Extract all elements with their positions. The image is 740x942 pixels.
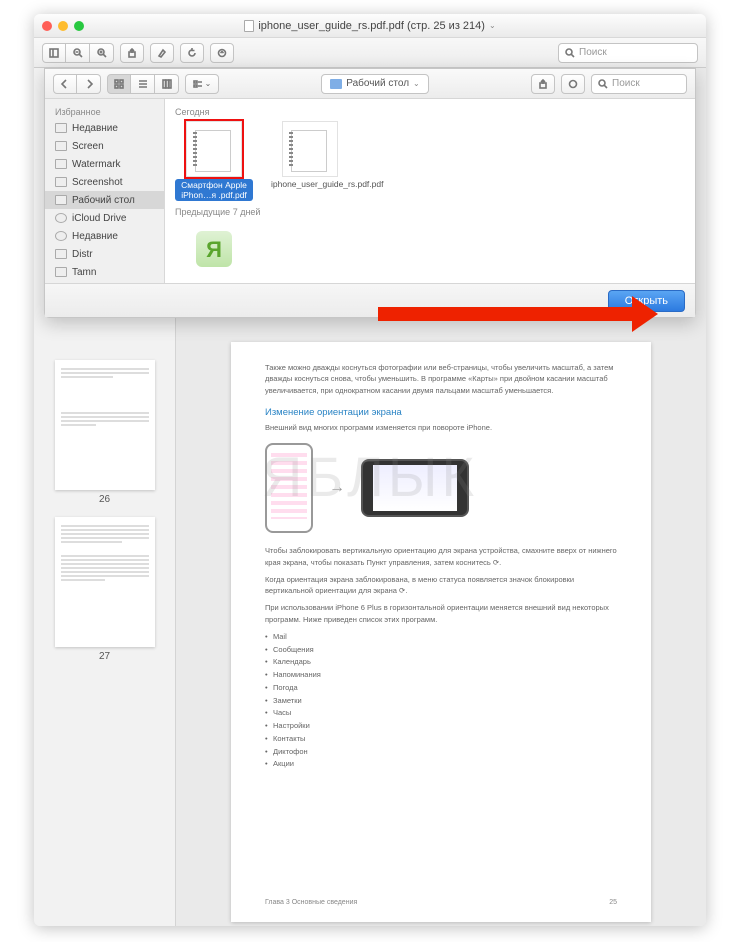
share-button[interactable]	[531, 74, 555, 94]
bullet-list: Mail Сообщения Календарь Напоминания Пог…	[265, 631, 617, 771]
dialog-search[interactable]: Поиск	[591, 74, 687, 94]
orientation-illustration: →	[265, 443, 617, 533]
main-toolbar: Поиск	[34, 38, 706, 68]
folder-icon	[55, 177, 67, 187]
dialog-search-placeholder: Поиск	[612, 78, 640, 89]
minimize-icon[interactable]	[58, 21, 68, 31]
dialog-sidebar: Избранное Недавние Screen Watermark Scre…	[45, 99, 165, 283]
folder-icon	[55, 249, 67, 259]
body-text: Внешний вид многих программ изменяется п…	[265, 422, 617, 433]
folder-icon	[55, 195, 67, 205]
pdf-page: Также можно дважды коснуться фотографии …	[231, 342, 651, 922]
icon-view-button[interactable]	[107, 74, 131, 94]
file-item-app[interactable]	[175, 221, 253, 279]
thumbnail-label: 27	[34, 651, 175, 662]
body-text: Чтобы заблокировать вертикальную ориента…	[265, 545, 617, 568]
folder-icon	[55, 267, 67, 277]
body-text: Когда ориентация экрана заблокирована, в…	[265, 574, 617, 597]
column-view-button[interactable]	[155, 74, 179, 94]
clock-icon	[55, 231, 67, 241]
group-button[interactable]: ⌄	[185, 74, 219, 94]
annotation-arrow	[378, 300, 658, 328]
page-number: 25	[609, 898, 617, 909]
sidebar-item-tamn[interactable]: Tamn	[45, 263, 164, 281]
share-button[interactable]	[120, 43, 144, 63]
chapter-label: Глава 3 Основные сведения	[265, 898, 357, 909]
body-text: Также можно дважды коснуться фотографии …	[265, 362, 617, 396]
file-item[interactable]: iphone_user_guide_rs.pdf.pdf	[271, 121, 349, 201]
chevron-down-icon[interactable]: ⌄	[489, 21, 496, 30]
list-item: Заметки	[265, 695, 617, 708]
folder-icon	[55, 159, 67, 169]
rotate-button[interactable]	[180, 43, 204, 63]
sidebar-item-screen[interactable]: Screen	[45, 137, 164, 155]
zoom-out-button[interactable]	[66, 43, 90, 63]
page-thumbnail[interactable]	[55, 517, 155, 647]
folder-icon	[55, 141, 67, 151]
page-footer: Глава 3 Основные сведения 25	[265, 898, 617, 909]
titlebar: iphone_user_guide_rs.pdf.pdf (стр. 25 из…	[34, 14, 706, 38]
list-view-button[interactable]	[131, 74, 155, 94]
highlight-button[interactable]	[150, 43, 174, 63]
list-item: Контакты	[265, 733, 617, 746]
file-browser[interactable]: Сегодня Смартфон Apple iPhon…я .pdf.pdf …	[165, 99, 695, 283]
list-item: Mail	[265, 631, 617, 644]
forward-button[interactable]	[77, 74, 101, 94]
document-icon	[244, 20, 254, 32]
sidebar-item-recents-2[interactable]: Недавние	[45, 227, 164, 245]
file-label: iphone_user_guide_rs.pdf.pdf	[271, 179, 383, 189]
location-popup[interactable]: Рабочий стол ⌄	[321, 74, 428, 94]
file-label: Смартфон Apple iPhon…я .pdf.pdf	[175, 179, 253, 201]
search-icon	[565, 48, 575, 58]
sidebar-toggle-button[interactable]	[42, 43, 66, 63]
section-today: Сегодня	[175, 107, 685, 117]
sidebar-item-desktop[interactable]: Рабочий стол	[45, 191, 164, 209]
sidebar-item-recents[interactable]: Недавние	[45, 119, 164, 137]
markup-button[interactable]	[210, 43, 234, 63]
phone-portrait-icon	[265, 443, 313, 533]
pdf-file-icon	[186, 121, 242, 177]
sidebar-item-watermark[interactable]: Watermark	[45, 155, 164, 173]
phone-landscape-icon	[361, 459, 469, 517]
thumbnail-label: 26	[34, 494, 175, 505]
window-title-text: iphone_user_guide_rs.pdf.pdf (стр. 25 из…	[258, 20, 485, 32]
app-icon	[186, 221, 242, 277]
section-heading: Изменение ориентации экрана	[265, 406, 617, 420]
dialog-toolbar: ⌄ Рабочий стол ⌄ Поиск	[45, 69, 695, 99]
preview-window: iphone_user_guide_rs.pdf.pdf (стр. 25 из…	[34, 14, 706, 926]
open-file-dialog: ⌄ Рабочий стол ⌄ Поиск Избранное Недавни…	[44, 68, 696, 318]
file-item-selected[interactable]: Смартфон Apple iPhon…я .pdf.pdf	[175, 121, 253, 201]
sidebar-heading: Избранное	[45, 103, 164, 119]
location-label: Рабочий стол	[346, 78, 409, 89]
zoom-icon[interactable]	[74, 21, 84, 31]
list-item: Настройки	[265, 720, 617, 733]
body-text: При использовании iPhone 6 Plus в горизо…	[265, 602, 617, 625]
tag-button[interactable]	[561, 74, 585, 94]
cloud-icon	[55, 213, 67, 223]
section-prev7: Предыдущие 7 дней	[175, 207, 685, 217]
list-item: Часы	[265, 707, 617, 720]
list-item: Диктофон	[265, 746, 617, 759]
toolbar-search[interactable]: Поиск	[558, 43, 698, 63]
toolbar-search-placeholder: Поиск	[579, 47, 607, 58]
sidebar-item-icloud[interactable]: iCloud Drive	[45, 209, 164, 227]
list-item: Напоминания	[265, 669, 617, 682]
list-item: Погода	[265, 682, 617, 695]
pdf-file-icon	[282, 121, 338, 177]
zoom-in-button[interactable]	[90, 43, 114, 63]
back-button[interactable]	[53, 74, 77, 94]
traffic-lights	[42, 21, 84, 31]
list-item: Акции	[265, 758, 617, 771]
sidebar-item-screenshot[interactable]: Screenshot	[45, 173, 164, 191]
folder-icon	[330, 79, 342, 89]
search-icon	[598, 79, 608, 89]
sidebar-item-distr[interactable]: Distr	[45, 245, 164, 263]
drive-icon	[55, 123, 67, 133]
page-thumbnail[interactable]	[55, 360, 155, 490]
close-icon[interactable]	[42, 21, 52, 31]
window-title: iphone_user_guide_rs.pdf.pdf (стр. 25 из…	[34, 20, 706, 32]
arrow-right-icon: →	[329, 476, 345, 500]
list-item: Календарь	[265, 656, 617, 669]
list-item: Сообщения	[265, 644, 617, 657]
